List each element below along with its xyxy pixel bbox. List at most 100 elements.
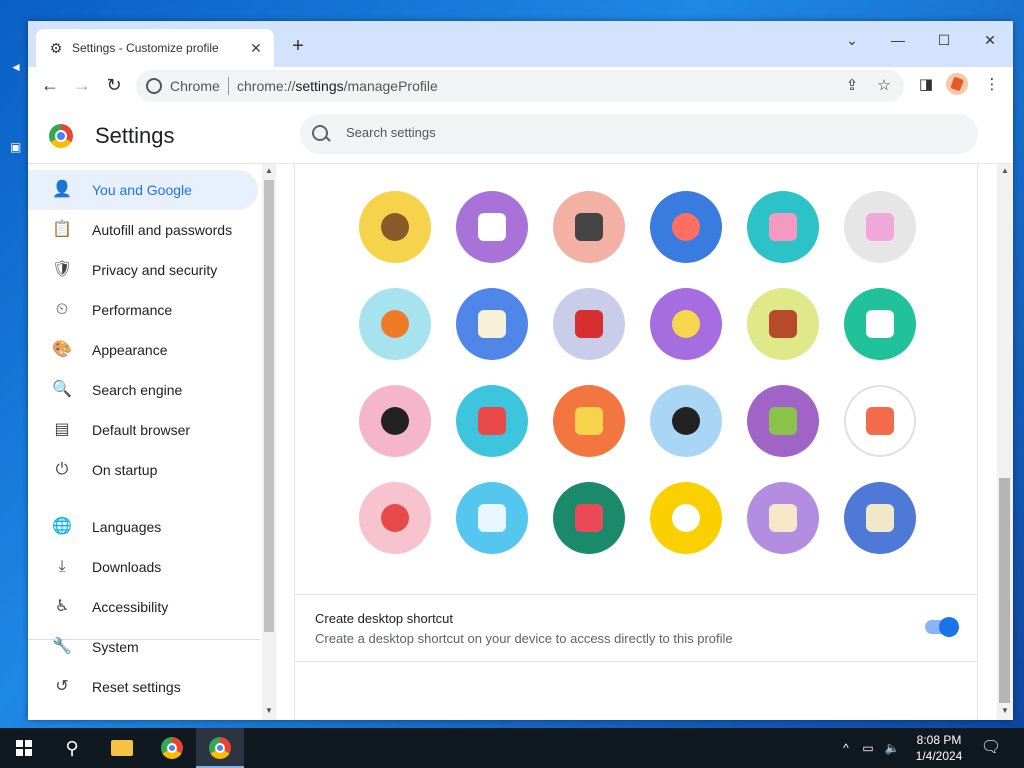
desktop-shortcut-toggle[interactable] — [925, 617, 959, 637]
avatar-option-penguin[interactable] — [553, 191, 625, 263]
search-icon: 🔍 — [52, 381, 72, 398]
sidebar-item-reset-settings[interactable]: ↺ Reset settings — [28, 667, 258, 707]
sidebar-item-label: Autofill and passwords — [92, 222, 233, 238]
avatar-option-rabbit[interactable] — [747, 191, 819, 263]
volume-muted-icon[interactable]: 🔈 — [882, 728, 902, 768]
tab-close-icon[interactable]: ✕ — [248, 40, 264, 56]
sidebar-item-you-and-google[interactable]: 👤 You and Google — [28, 170, 258, 210]
sidebar-item-performance[interactable]: ⏲ Performance — [28, 290, 258, 330]
sidebar-scroll-thumb[interactable] — [264, 180, 274, 632]
avatar-option-tamagotchi[interactable] — [553, 385, 625, 457]
tab-settings[interactable]: ⚙ Settings - Customize profile ✕ — [36, 29, 274, 67]
main-scrollbar[interactable]: ▲ ▼ — [997, 164, 1013, 720]
sidebar-item-default-browser[interactable]: ▤ Default browser — [28, 410, 258, 450]
avatar-option-watermelon[interactable] — [553, 482, 625, 554]
avatar-option-avocado[interactable] — [747, 385, 819, 457]
side-panel-icon[interactable]: ◨ — [914, 73, 938, 97]
scroll-up-arrow-icon[interactable]: ▲ — [998, 166, 1012, 178]
tray-chevron-icon[interactable]: ^ — [836, 728, 856, 768]
search-icon — [312, 125, 328, 141]
maximize-button[interactable]: ☐ — [921, 25, 967, 55]
popsicle-icon — [478, 504, 506, 532]
desktop-icon[interactable]: ◄ — [10, 60, 30, 74]
chrome-logo-icon — [49, 124, 73, 148]
sidebar-scrollbar[interactable]: ▲ ▼ — [262, 164, 276, 720]
sidebar-item-accessibility[interactable]: ♿ Accessibility — [28, 587, 258, 627]
avatar-option-bird[interactable] — [553, 288, 625, 360]
url-text[interactable]: chrome://settings/manageProfile — [237, 78, 438, 94]
taskbar-search-button[interactable]: ⚲ — [48, 728, 96, 768]
ice-cream-icon — [381, 504, 409, 532]
avatar-option-onigiri[interactable] — [650, 482, 722, 554]
shortcut-description: Create a desktop shortcut on your device… — [315, 631, 733, 646]
sushi-plate-icon — [866, 310, 894, 338]
avatar-option-sandwich[interactable] — [844, 482, 916, 554]
bookmark-star-icon[interactable]: ☆ — [872, 74, 896, 98]
bike-icon — [478, 310, 506, 338]
scroll-down-arrow-icon[interactable]: ▼ — [262, 706, 276, 718]
sidebar-item-label: Accessibility — [92, 599, 169, 615]
tab-title: Settings - Customize profile — [72, 41, 219, 55]
avatar-option-football[interactable] — [747, 288, 819, 360]
avatar-option-unicorn[interactable] — [844, 191, 916, 263]
download-icon: ⤓ — [58, 558, 66, 575]
search-box[interactable] — [300, 114, 978, 154]
avatar-option-popsicle[interactable] — [456, 482, 528, 554]
network-icon[interactable]: ▭ — [858, 728, 878, 768]
avatar-option-butterfly[interactable] — [650, 191, 722, 263]
main-scroll-thumb[interactable] — [999, 478, 1010, 703]
sushi-icon — [478, 407, 506, 435]
desktop-icon[interactable]: ▣ — [10, 140, 30, 154]
back-button[interactable]: ← — [36, 71, 64, 99]
avatar-option-sushi-plate[interactable] — [844, 288, 916, 360]
avatar-option-monkey[interactable] — [359, 191, 431, 263]
share-icon[interactable]: ⇪ — [840, 74, 864, 98]
sandwich-icon — [866, 504, 894, 532]
avatar-option-bike[interactable] — [456, 288, 528, 360]
start-button[interactable] — [0, 728, 48, 768]
bird-icon — [575, 310, 603, 338]
avatar-option-cheese[interactable] — [650, 288, 722, 360]
title-bar: ⚙ Settings - Customize profile ✕ + ⌄ — ☐… — [28, 21, 1013, 67]
chrome-taskbar-button[interactable] — [148, 728, 196, 768]
new-tab-button[interactable]: + — [286, 35, 310, 57]
avatar-option-sushi[interactable] — [456, 385, 528, 457]
folder-icon — [111, 740, 133, 756]
sidebar-item-downloads[interactable]: ⤓ Downloads — [28, 547, 258, 587]
avatar-option-basketball[interactable] — [359, 288, 431, 360]
address-bar[interactable]: Chrome chrome://settings/manageProfile ⇪… — [136, 70, 904, 102]
scroll-up-arrow-icon[interactable]: ▲ — [262, 166, 276, 178]
chrome-site-icon[interactable] — [146, 78, 162, 94]
avatar-option-panda[interactable] — [456, 191, 528, 263]
clock[interactable]: 8:08 PM 1/4/2024 — [906, 732, 972, 764]
sidebar-item-autofill-and-passwords[interactable]: 📋 Autofill and passwords — [28, 210, 258, 250]
file-explorer-button[interactable] — [98, 728, 146, 768]
pizza-icon — [769, 504, 797, 532]
profile-avatar[interactable] — [946, 73, 968, 95]
sidebar-item-languages[interactable]: 🌐 Languages — [28, 507, 258, 547]
avatar-option-sunglasses[interactable] — [359, 385, 431, 457]
avatar-option-pizza[interactable] — [747, 482, 819, 554]
search-input[interactable] — [344, 124, 948, 141]
sidebar-item-system[interactable]: 🔧 System — [28, 627, 258, 667]
avatar-option-ice-cream[interactable] — [359, 482, 431, 554]
sidebar-item-on-startup[interactable]: ⏻ On startup — [28, 450, 258, 490]
avatar-option-vinyl[interactable] — [650, 385, 722, 457]
avatar-option-smile[interactable] — [844, 385, 916, 457]
notification-icon[interactable]: 🗨 — [978, 728, 1004, 768]
sidebar-item-privacy-and-security[interactable]: 🛡 Privacy and security — [28, 250, 258, 290]
power-icon: ⏻ — [55, 461, 69, 478]
sidebar-item-search-engine[interactable]: 🔍 Search engine — [28, 370, 258, 410]
sidebar-item-label: Privacy and security — [92, 262, 218, 278]
menu-kebab-icon[interactable]: ⋮ — [980, 73, 1004, 97]
rabbit-icon — [769, 213, 797, 241]
globe-icon: 🌐 — [52, 518, 72, 535]
tab-search-button[interactable]: ⌄ — [829, 25, 875, 55]
sidebar-item-appearance[interactable]: 🎨 Appearance — [28, 330, 258, 370]
minimize-button[interactable]: — — [875, 25, 921, 55]
chrome-profile-taskbar-button[interactable] — [196, 728, 244, 768]
reload-button[interactable]: ↻ — [100, 71, 128, 99]
scroll-down-arrow-icon[interactable]: ▼ — [998, 706, 1012, 718]
close-button[interactable]: ✕ — [967, 25, 1013, 55]
forward-button[interactable]: → — [68, 71, 96, 99]
